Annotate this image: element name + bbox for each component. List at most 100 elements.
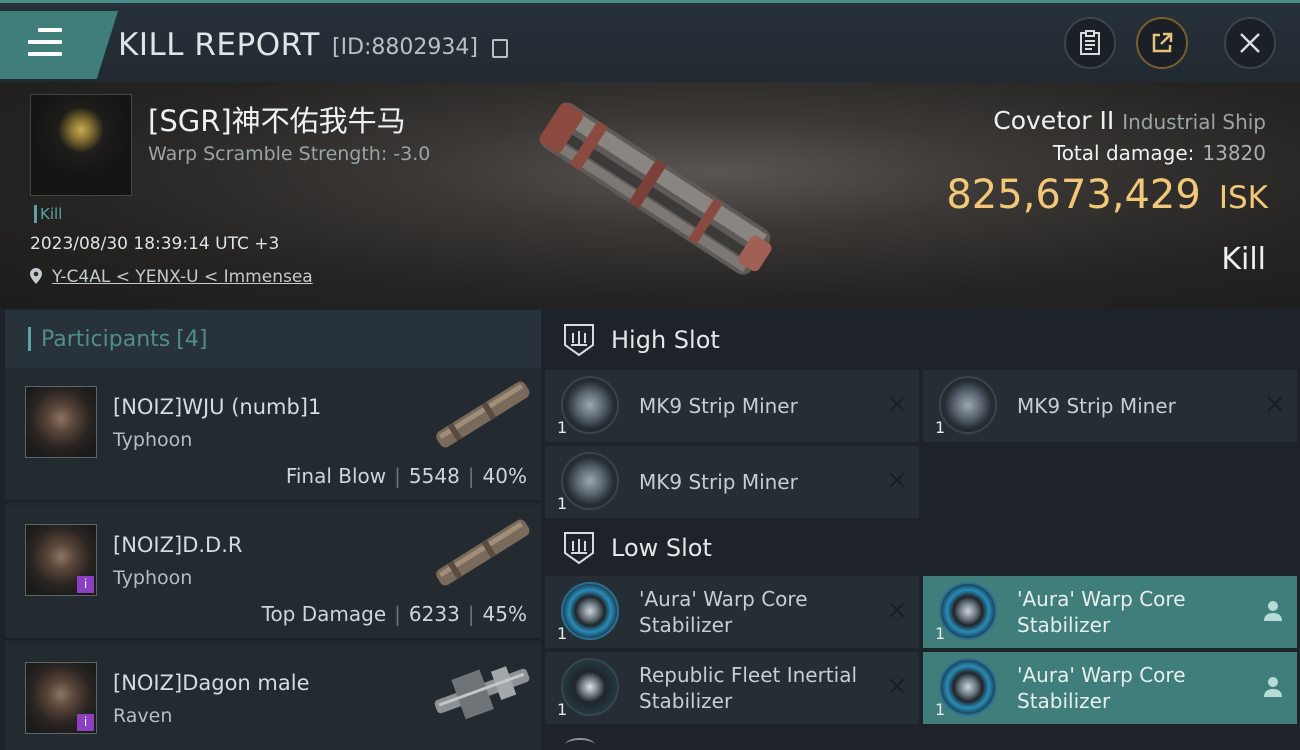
ship-class: Industrial Ship [1122,110,1266,134]
participant-avatar[interactable]: i [25,524,97,596]
low-slot-header: Low Slot [545,518,1300,578]
module-quantity: 1 [935,418,946,437]
module-name: Republic Fleet Inertial Stabilizer [639,663,858,713]
destroyed-icon [889,472,905,488]
copy-icon[interactable] [492,39,508,58]
participants-panel: Participants [4] [NOIZ]WJU (numb]1 Typho… [5,310,541,750]
module-quantity: 1 [557,494,568,513]
module-name: MK9 Strip Miner [1017,394,1176,418]
module-quantity: 1 [557,624,568,643]
report-id: [ID:8802934] [332,35,478,60]
module-item[interactable]: 1 MK9 Strip Miner [923,370,1297,442]
low-slot-title: Low Slot [611,534,712,562]
corp-badge: i [77,714,94,731]
total-damage-label: Total damage: [1052,141,1195,165]
low-slot-icon [564,532,594,565]
participant-ship: Typhoon [113,567,193,589]
participant-avatar[interactable] [25,386,97,458]
dropped-icon [1264,601,1282,621]
warp-core-stabilizer-icon [939,582,997,640]
strip-miner-icon [939,376,997,434]
warp-scramble-strength: Warp Scramble Strength: -3.0 [148,143,431,165]
high-slot-icon [564,324,594,357]
corp-badge: i [77,576,94,593]
share-icon [1152,32,1173,53]
victim-banner: [SGR]神不佑我牛马 Warp Scramble Strength: -3.0… [0,82,1300,308]
destroyed-icon [889,678,905,694]
participant-stat-label: Top Damage [261,602,387,626]
top-bar: KILL REPORT [ID:8802934] [0,0,1300,82]
share-button[interactable] [1136,17,1188,69]
module-name: MK9 Strip Miner [639,394,798,418]
module-name: 'Aura' Warp Core Stabilizer [1017,587,1186,637]
kill-timestamp: 2023/08/30 18:39:14 UTC +3 [30,234,280,254]
module-item[interactable]: 1 'Aura' Warp Core Stabilizer [923,652,1297,724]
menu-button[interactable] [0,11,118,79]
destroyed-icon [889,602,905,618]
module-name: 'Aura' Warp Core Stabilizer [1017,663,1186,713]
participants-header[interactable]: Participants [4] [5,310,541,368]
next-slot-icon [565,738,595,750]
kill-report-screen: KILL REPORT [ID:8802934] [SGR]神不佑我牛马 War… [0,0,1300,750]
location-pin-icon [30,268,42,284]
high-slot-title: High Slot [611,326,720,354]
module-item[interactable]: 1 'Aura' Warp Core Stabilizer [923,576,1297,648]
participant-ship-image [436,519,530,586]
ship-name: Covetor II [993,106,1115,135]
participant-name: [NOIZ]D.D.R [113,533,243,557]
participant-damage: 6233 [408,602,460,626]
module-quantity: 1 [935,624,946,643]
module-name: 'Aura' Warp Core Stabilizer [639,587,808,637]
participant-percent: 40% [482,464,527,488]
isk-value-row: 825,673,429 ISK [946,172,1268,218]
total-damage-value: 13820 [1202,141,1266,165]
participant-row[interactable]: i [NOIZ]Dagon male Raven [5,644,541,750]
destroyed-icon [1267,396,1283,412]
participant-ship: Typhoon [113,429,193,451]
participant-row[interactable]: [NOIZ]WJU (numb]1 Typhoon Final Blow | 554… [5,368,541,502]
hamburger-icon [28,28,62,56]
participant-ship-image [436,381,530,448]
victim-name: [SGR]神不佑我牛马 [148,104,406,138]
participant-avatar[interactable]: i [25,662,97,734]
clipboard-icon [1080,30,1100,55]
isk-value: 825,673,429 [946,172,1201,218]
isk-unit: ISK [1218,180,1268,216]
total-damage: Total damage: 13820 [1053,141,1266,165]
participant-stats: Top Damage | 6233 | 45% [261,602,527,626]
module-quantity: 1 [935,700,946,719]
kill-tag: Kill [34,205,62,223]
warp-core-stabilizer-icon [561,582,619,640]
inertial-stabilizer-icon [561,658,619,716]
module-quantity: 1 [557,418,568,437]
close-button[interactable] [1224,17,1276,69]
victim-ship-image [539,102,772,275]
fitting-panel: High Slot 1 MK9 Strip Miner 1 MK9 Strip … [545,310,1300,750]
module-item[interactable]: 1 Republic Fleet Inertial Stabilizer [545,652,919,724]
participant-name: [NOIZ]Dagon male [113,671,310,695]
strip-miner-icon [561,376,619,434]
destroyed-icon [889,396,905,412]
module-item[interactable]: 1 'Aura' Warp Core Stabilizer [545,576,919,648]
section-marker [28,327,31,351]
dropped-icon [1264,677,1282,697]
kill-location-link[interactable]: Y-C4AL < YENX-U < Immensea [30,267,313,287]
participant-ship-image [434,666,530,720]
result-label: Kill [1221,242,1266,277]
participants-count: [4] [176,326,208,352]
page-title: KILL REPORT [118,27,320,63]
participant-ship: Raven [113,705,173,727]
module-item[interactable]: 1 MK9 Strip Miner [545,370,919,442]
module-name: MK9 Strip Miner [639,470,798,494]
ship-name-line: Covetor II Industrial Ship [993,106,1266,135]
module-item[interactable]: 1 MK9 Strip Miner [545,446,919,518]
participant-stats: Final Blow | 5548 | 40% [285,464,527,488]
participant-damage: 5548 [408,464,460,488]
warp-core-stabilizer-icon [939,658,997,716]
victim-avatar[interactable] [30,94,132,196]
participant-name: [NOIZ]WJU (numb]1 [113,395,322,419]
participant-stat-label: Final Blow [285,464,387,488]
participants-title: Participants [41,326,171,352]
participant-row[interactable]: i [NOIZ]D.D.R Typhoon Top Damage | 6233 | 45… [5,506,541,640]
clipboard-button[interactable] [1064,17,1116,69]
